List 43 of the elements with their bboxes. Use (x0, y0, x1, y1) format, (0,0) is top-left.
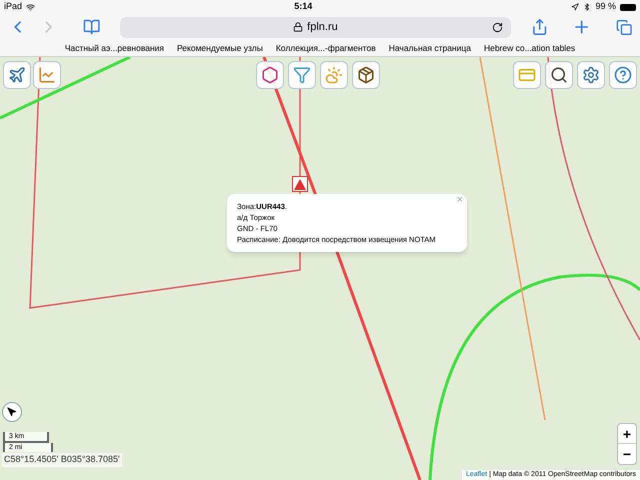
location-arrow-icon (7, 407, 17, 417)
share-icon[interactable] (530, 18, 548, 36)
help-icon (614, 66, 632, 84)
tabs-icon[interactable] (616, 18, 632, 36)
bookmark-link[interactable]: Hebrew co...ation tables (484, 42, 576, 54)
bookmark-link[interactable]: Начальная страница (388, 42, 471, 54)
reload-icon[interactable] (492, 22, 503, 32)
warning-marker-icon[interactable] (292, 176, 308, 192)
lock-icon (293, 22, 304, 32)
card-icon (518, 66, 536, 84)
bookmark-link[interactable]: Частный аэ...ревнования (64, 42, 164, 54)
locate-button[interactable] (2, 402, 22, 422)
settings-icon (582, 66, 600, 84)
bluetooth-icon (583, 3, 592, 11)
location-icon (571, 3, 580, 11)
clock-time: 5:14 (294, 0, 312, 14)
settings-button[interactable] (577, 61, 605, 89)
device-name: iPad (4, 0, 22, 14)
search-icon (550, 66, 568, 84)
wifi-icon (26, 2, 36, 12)
zoom-out-button[interactable]: − (618, 444, 636, 464)
line-chart-icon (38, 66, 56, 84)
box-icon (357, 66, 375, 84)
search-button[interactable] (545, 61, 573, 89)
bookmarks-icon[interactable] (82, 18, 100, 36)
bookmark-link[interactable]: Коллекция...-фрагментов (276, 42, 376, 54)
box-button[interactable] (352, 61, 380, 89)
address-bar[interactable]: fpln.ru (120, 16, 511, 38)
battery-percent: 99 % (595, 0, 616, 14)
zone-tool-button[interactable] (256, 61, 284, 89)
filter-button[interactable] (288, 61, 316, 89)
airplane-icon (8, 66, 26, 84)
url-text: fpln.ru (307, 20, 338, 35)
aircraft-tool-button[interactable] (3, 61, 31, 89)
sun-cloud-icon (325, 66, 343, 84)
bookmark-link[interactable]: Рекомендуемые узлы (177, 42, 263, 54)
filter-icon (293, 66, 311, 84)
help-button[interactable] (609, 61, 637, 89)
battery-icon (620, 4, 636, 10)
chart-tool-button[interactable] (33, 61, 61, 89)
coordinates-text: С58°15.4505' В035°38.7085' (2, 453, 122, 466)
zoom-in-button[interactable]: + (618, 424, 636, 444)
hexagon-icon (261, 66, 279, 84)
